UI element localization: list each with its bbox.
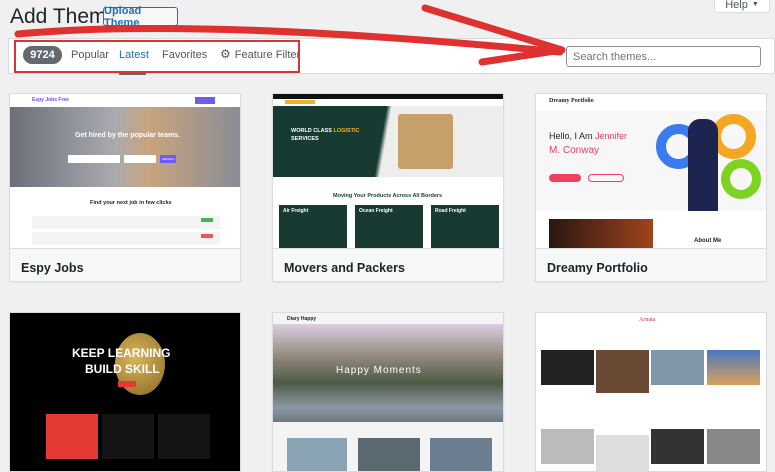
theme-name: Dreamy Portfolio — [536, 248, 766, 281]
preview-headline-a: WORLD CLASS — [291, 128, 334, 134]
theme-card-dreamy-portfolio[interactable]: Dreamy Portfolio Hello, I Am Jennifer M.… — [535, 93, 767, 282]
preview-headline-b: BUILD SKILL — [85, 362, 160, 376]
theme-card[interactable]: Arnata — [535, 312, 767, 472]
theme-screenshot: WORLD CLASS LOGISTIC SERVICES Moving You… — [273, 94, 503, 248]
theme-screenshot: Dreamy Portfolio Hello, I Am Jennifer M.… — [536, 94, 766, 248]
preview-headline: Happy Moments — [336, 365, 422, 376]
preview-search-button: SEARCH — [160, 155, 176, 163]
help-label: Help — [725, 0, 748, 11]
search-themes-input[interactable] — [566, 46, 761, 67]
preview-headline-c: SERVICES — [291, 136, 319, 142]
theme-screenshot: Espy Jobs Free Get hired by the popular … — [10, 94, 240, 248]
preview-section: Moving Your Products Across All Borders — [333, 193, 443, 199]
theme-name: Movers and Packers — [273, 248, 503, 281]
preview-box: Air Freight — [283, 208, 309, 214]
preview-box: Road Freight — [435, 208, 466, 214]
theme-screenshot: Arnata — [536, 313, 766, 471]
caret-down-icon: ▼ — [751, 1, 759, 8]
preview-logo: Diary Happy — [287, 316, 317, 322]
preview-section: Find your next job in few clicks — [90, 200, 172, 206]
preview-headline: Get hired by the popular teams. — [75, 132, 181, 139]
preview-headline-b: LOGISTIC — [333, 128, 360, 134]
preview-name-b: M. Conway — [549, 145, 600, 156]
help-tab[interactable]: Help ▼ — [714, 0, 770, 13]
theme-card[interactable]: Diary Happy Happy Moments — [272, 312, 504, 472]
upload-theme-button[interactable]: Upload Theme — [103, 5, 178, 29]
theme-screenshot: KEEP LEARNING BUILD SKILL — [10, 313, 240, 471]
theme-screenshot: Diary Happy Happy Moments — [273, 313, 503, 471]
preview-hello: Hello, I Am — [549, 131, 596, 141]
highlight-box — [14, 40, 300, 73]
preview-logo: Dreamy Portfolio — [549, 98, 594, 104]
theme-name: Espy Jobs — [10, 248, 240, 281]
theme-card[interactable]: KEEP LEARNING BUILD SKILL — [9, 312, 241, 472]
preview-headline-a: KEEP LEARNING — [72, 346, 171, 360]
theme-card-movers-and-packers[interactable]: WORLD CLASS LOGISTIC SERVICES Moving You… — [272, 93, 504, 282]
theme-card-espy-jobs[interactable]: Espy Jobs Free Get hired by the popular … — [9, 93, 241, 282]
preview-about: About Me — [694, 238, 722, 244]
preview-logo: Arnata — [639, 317, 656, 323]
preview-box: Ocean Freight — [359, 208, 393, 214]
preview-name-a: Jennifer — [595, 131, 628, 141]
preview-logo: Espy Jobs Free — [32, 97, 69, 103]
